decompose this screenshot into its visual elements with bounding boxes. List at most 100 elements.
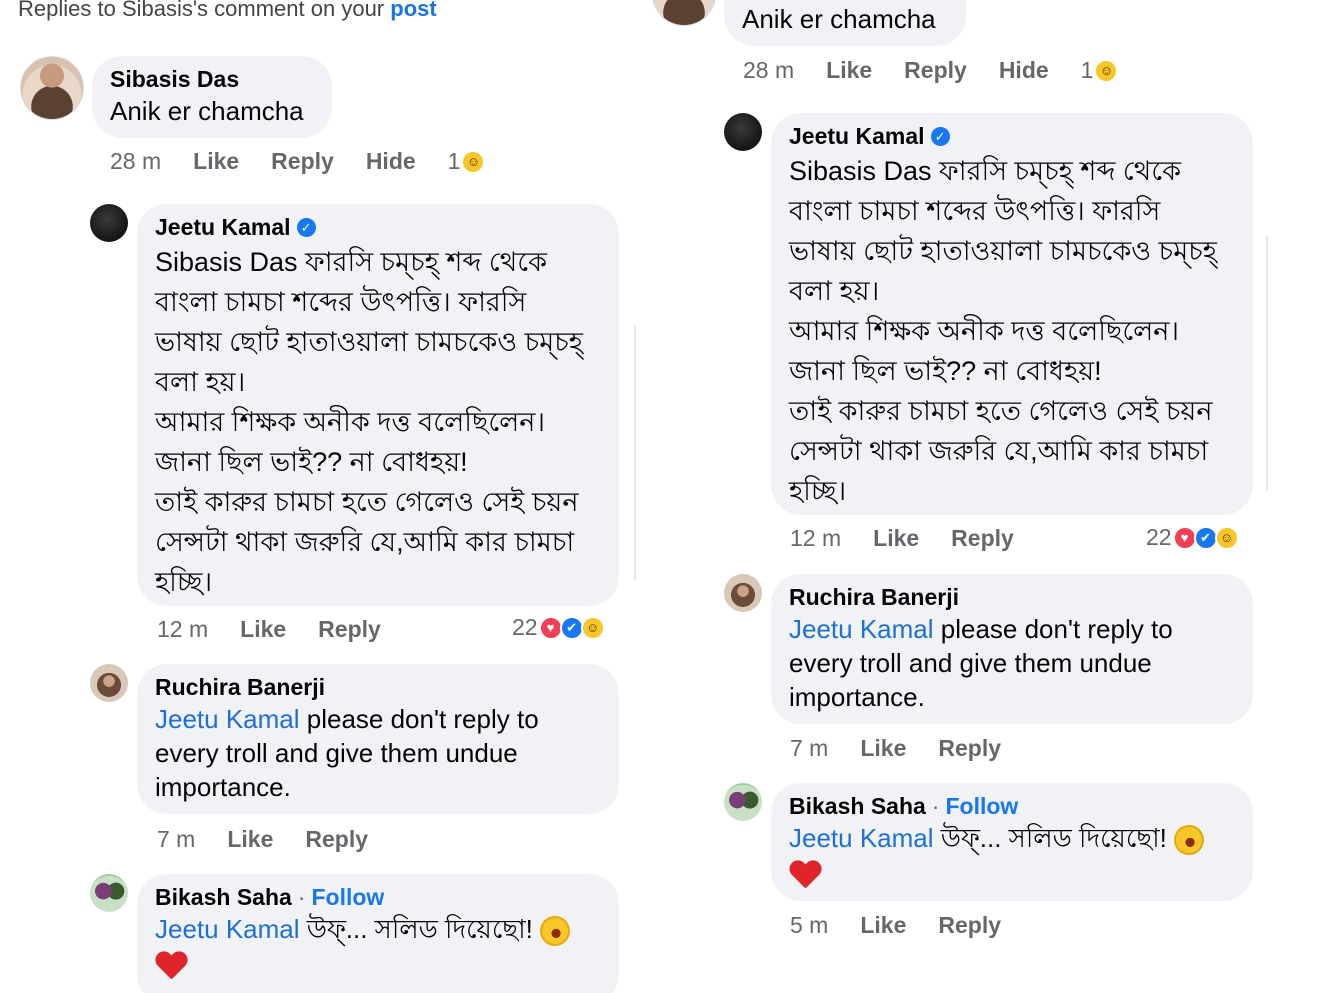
text-line: সেন্সটা থাকা জরুরি যে,আমি কার চামচা (789, 436, 1209, 466)
comment-actions: 12 m Like Reply (157, 616, 413, 643)
comment-bubble: Anik er chamcha (724, 0, 966, 46)
reaction-count: 22 (1146, 524, 1172, 550)
reply-button[interactable]: Reply (271, 148, 334, 175)
haha-reaction-icon: ☺ (461, 149, 486, 174)
comment-author[interactable]: Jeetu Kamal ✓ (789, 121, 1235, 151)
text-line: বাংলা চামচা শব্দের উৎপত্তি। ফারসি (155, 287, 527, 317)
text-line: জানা ছিল ভাই?? না বোধহয়! (155, 447, 468, 477)
divider (634, 325, 636, 580)
like-button[interactable]: Like (860, 735, 906, 762)
comment-actions: 5 m Like Reply (790, 912, 1033, 939)
like-button[interactable]: Like (193, 148, 239, 175)
comment-text: Anik er chamcha (110, 96, 304, 126)
author-name[interactable]: Jeetu Kamal (789, 121, 925, 151)
text-line: ভাষায় ছোট হাতাওয়ালা চামচকেও চম্চহ্ (155, 327, 583, 357)
haha-reaction-icon: ☺ (1094, 58, 1119, 83)
comment-author[interactable]: Ruchira Banerji (789, 582, 1235, 612)
comment-text: Jeetu Kamal উফ্... সলিড দিয়েছো! (155, 911, 601, 952)
avatar[interactable] (724, 574, 762, 612)
hide-button[interactable]: Hide (999, 57, 1049, 84)
avatar[interactable] (90, 204, 128, 242)
red-heart-emoji-icon (789, 859, 821, 889)
reply-button[interactable]: Reply (904, 57, 967, 84)
mention-link[interactable]: Jeetu Kamal (789, 823, 934, 853)
comment-actions: 7 m Like Reply (157, 826, 400, 853)
comment-time[interactable]: 7 m (790, 735, 828, 762)
comment-actions: 28 m Like Reply Hide 1 ☺ (743, 57, 1119, 84)
avatar[interactable] (652, 0, 716, 26)
hide-button[interactable]: Hide (366, 148, 416, 175)
text-line: Sibasis Das ফারসি চম্চহ্ শব্দ থেকে (789, 156, 1181, 186)
separator-dot: · (297, 884, 306, 910)
text-line: সেন্সটা থাকা জরুরি যে,আমি কার চামচা (155, 527, 575, 557)
avatar[interactable] (90, 874, 128, 912)
comment-bubble: Ruchira Banerji Jeetu Kamal please don't… (771, 574, 1253, 724)
author-name[interactable]: Jeetu Kamal (155, 212, 291, 242)
right-screenshot-pane: Anik er chamcha 28 m Like Reply Hide 1 ☺… (648, 0, 1324, 993)
like-button[interactable]: Like (240, 616, 286, 643)
comment-text: Jeetu Kamal please don't reply to every … (155, 702, 601, 804)
avatar[interactable] (90, 664, 128, 702)
text-line: importance. (155, 772, 291, 802)
comment-bubble: Jeetu Kamal ✓ Sibasis Das ফারসি চম্চহ্ শ… (137, 204, 619, 606)
comment-time[interactable]: 28 m (110, 148, 161, 175)
reply-button[interactable]: Reply (951, 525, 1014, 552)
comment-time[interactable]: 28 m (743, 57, 794, 84)
mention-link[interactable]: Jeetu Kamal (789, 614, 934, 644)
comment-time[interactable]: 7 m (157, 826, 195, 853)
love-reaction-icon: ♥ (538, 615, 563, 640)
text-line: জানা ছিল ভাই?? না বোধহয়! (789, 356, 1102, 386)
avatar[interactable] (724, 113, 762, 151)
text-line: please don't reply to (933, 614, 1173, 644)
replies-header: Replies to Sibasis's comment on your pos… (18, 0, 437, 22)
text-line: হচ্ছি। (789, 476, 847, 506)
replies-header-text: Replies to Sibasis's comment on your (18, 0, 391, 21)
comment-text: Jeetu Kamal please don't reply to every … (789, 612, 1235, 714)
left-screenshot-pane: Replies to Sibasis's comment on your pos… (0, 0, 640, 993)
comment-author[interactable]: Ruchira Banerji (155, 672, 601, 702)
reply-button[interactable]: Reply (305, 826, 368, 853)
text-line: উফ্... সলিড দিয়েছো! (933, 823, 1167, 853)
comment-author[interactable]: Jeetu Kamal ✓ (155, 212, 601, 242)
reply-button[interactable]: Reply (318, 616, 381, 643)
comment-time[interactable]: 12 m (790, 525, 841, 552)
text-line: আমার শিক্ষক অনীক দত্ত বলেছিলেন। (155, 407, 546, 437)
reaction-count[interactable]: 1 (1081, 57, 1094, 84)
reply-button[interactable]: Reply (938, 912, 1001, 939)
comment-actions: 7 m Like Reply (790, 735, 1033, 762)
like-button[interactable]: Like (826, 57, 872, 84)
follow-button[interactable]: Follow (311, 882, 384, 912)
follow-button[interactable]: Follow (945, 791, 1018, 821)
like-button[interactable]: Like (873, 525, 919, 552)
comment-time[interactable]: 5 m (790, 912, 828, 939)
comment-text: Sibasis Das ফারসি চম্চহ্ শব্দ থেকে বাংলা… (789, 151, 1235, 511)
reply-button[interactable]: Reply (938, 735, 1001, 762)
author-name[interactable]: Sibasis Das (110, 64, 239, 94)
reaction-count[interactable]: 1 (448, 148, 461, 175)
emoji-line (789, 859, 1235, 889)
avatar[interactable] (20, 56, 84, 120)
author-name[interactable]: Ruchira Banerji (155, 672, 325, 702)
avatar[interactable] (724, 783, 762, 821)
reaction-summary[interactable]: 22 ♥ ✔ ☺ (1146, 524, 1239, 551)
mention-link[interactable]: Jeetu Kamal (155, 914, 300, 944)
comment-author[interactable]: Sibasis Das (110, 64, 314, 94)
comment-actions: 28 m Like Reply Hide 1 ☺ (110, 148, 486, 175)
text-line: বলা হয়। (155, 367, 246, 397)
comment-text: Sibasis Das ফারসি চম্চহ্ শব্দ থেকে বাংলা… (155, 242, 601, 602)
author-name[interactable]: Ruchira Banerji (789, 582, 959, 612)
mention-link[interactable]: Jeetu Kamal (155, 704, 300, 734)
text-line: every troll and give them undue (789, 648, 1152, 678)
separator-dot: · (931, 793, 940, 819)
like-reaction-icon: ✔ (1193, 525, 1218, 550)
author-name[interactable]: Bikash Saha (789, 791, 926, 821)
author-name[interactable]: Bikash Saha (155, 882, 292, 912)
like-reaction-icon: ✔ (559, 615, 584, 640)
like-button[interactable]: Like (860, 912, 906, 939)
verified-badge-icon: ✓ (296, 217, 316, 237)
reaction-summary[interactable]: 22 ♥ ✔ ☺ (512, 614, 605, 641)
comment-time[interactable]: 12 m (157, 616, 208, 643)
comment-bubble: Sibasis Das Anik er chamcha (92, 56, 332, 138)
like-button[interactable]: Like (227, 826, 273, 853)
post-link[interactable]: post (390, 0, 436, 21)
